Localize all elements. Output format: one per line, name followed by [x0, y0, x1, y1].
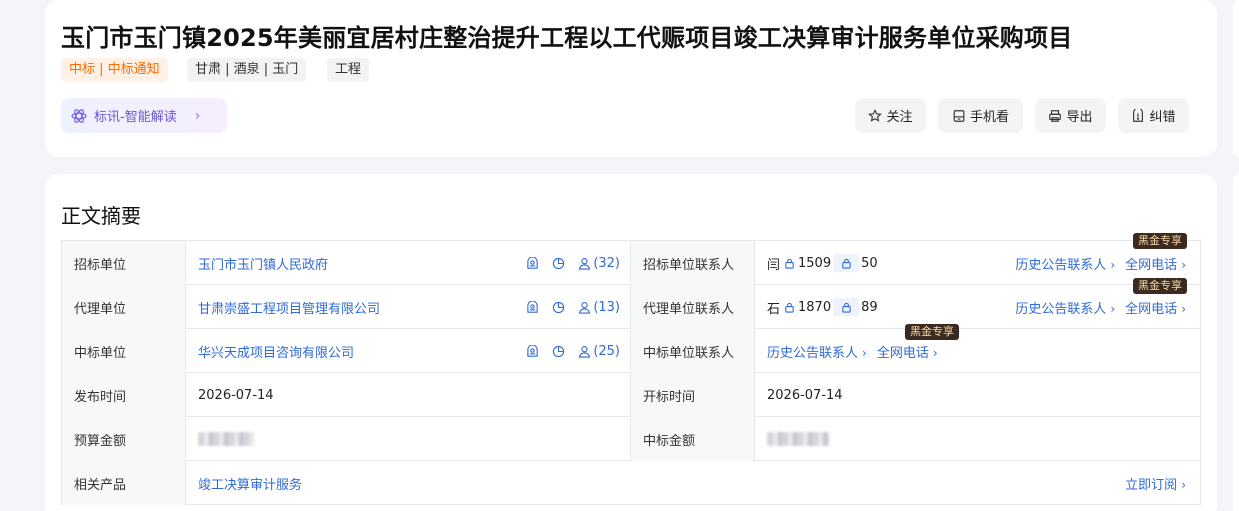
- table-row: 招标单位 玉门市玉门镇人民政府 (32) 招标单位联系人 闫 1509 50 历…: [62, 241, 1200, 285]
- export-button[interactable]: 导出: [1035, 98, 1106, 133]
- phone-part: 50: [861, 255, 878, 271]
- ai-interpret-label: 标讯-智能解读: [94, 110, 177, 125]
- history-contacts-link[interactable]: 历史公告联系人 ›: [767, 342, 867, 361]
- section-title: 正文摘要: [61, 204, 141, 228]
- related-product-label: 相关产品: [62, 461, 186, 505]
- report-icon: [1133, 108, 1144, 122]
- contact-surname: 闫: [767, 257, 781, 273]
- tenderer-cell: 玉门市玉门镇人民政府 (32): [186, 241, 631, 285]
- related-product-link[interactable]: 竣工决算审计服务: [198, 474, 302, 493]
- table-row: 代理单位 甘肃崇盛工程项目管理有限公司 (13) 代理单位联系人 石 1870 …: [62, 285, 1200, 329]
- side-panel-edge: [1233, 174, 1239, 511]
- open-time-label: 开标时间: [631, 373, 755, 417]
- history-contacts-link[interactable]: 历史公告联系人 ›: [1015, 298, 1115, 317]
- summary-card: 正文摘要 招标单位 玉门市玉门镇人民政府 (32) 招标单位联系人 闫 1509: [45, 174, 1217, 511]
- contact-surname: 石: [767, 301, 781, 317]
- chevron-right-icon: ›: [1181, 477, 1186, 492]
- budget-value: [186, 417, 631, 461]
- map-pin-icon[interactable]: [526, 256, 539, 270]
- chevron-right-icon: ›: [862, 345, 867, 360]
- table-row: 相关产品 竣工决算审计服务 立即订阅 ›: [62, 461, 1200, 505]
- lock-icon[interactable]: [833, 298, 860, 316]
- winner-cell: 华兴天成项目咨询有限公司 (25): [186, 329, 631, 373]
- tenderer-contact-label: 招标单位联系人: [631, 241, 755, 285]
- lock-icon: [781, 254, 797, 272]
- map-pin-icon[interactable]: [526, 300, 539, 314]
- pie-chart-icon[interactable]: [552, 257, 565, 270]
- budget-label: 预算金额: [62, 417, 186, 461]
- star-icon: [868, 108, 883, 122]
- winner-link[interactable]: 华兴天成项目咨询有限公司: [198, 342, 354, 361]
- type-tag: 工程: [327, 58, 370, 82]
- chevron-right-icon: ›: [1181, 301, 1186, 316]
- report-error-button[interactable]: 纠错: [1118, 98, 1189, 133]
- chevron-right-icon: ›: [194, 107, 201, 124]
- map-pin-icon[interactable]: [526, 344, 539, 358]
- lock-icon[interactable]: [833, 254, 860, 272]
- agent-contact-count: (13): [593, 299, 620, 315]
- chevron-right-icon: ›: [1181, 257, 1186, 272]
- user-icon: [579, 345, 591, 358]
- all-phone-link[interactable]: 全网电话 ›: [1125, 254, 1186, 273]
- ai-interpret-button[interactable]: 标讯-智能解读 ›: [61, 98, 227, 133]
- related-product-cell: 竣工决算审计服务 立即订阅 ›: [186, 461, 1200, 505]
- history-contacts-link[interactable]: 历史公告联系人 ›: [1015, 254, 1115, 273]
- blurred-amount: [767, 432, 829, 446]
- summary-table: 招标单位 玉门市玉门镇人民政府 (32) 招标单位联系人 闫 1509 50 历…: [61, 240, 1201, 505]
- winner-contact-label: 中标单位联系人: [631, 329, 755, 373]
- all-phone-link[interactable]: 全网电话 ›: [1125, 298, 1186, 317]
- winner-contact-count: (25): [593, 343, 620, 359]
- table-row: 中标单位 华兴天成项目咨询有限公司 (25) 中标单位联系人 历史公告联系人 › …: [62, 329, 1200, 373]
- table-row: 发布时间 2026-07-14 开标时间 2026-07-14: [62, 373, 1200, 417]
- status-tag: 中标 | 中标通知: [61, 58, 168, 82]
- notice-header-card: 玉门市玉门镇2025年美丽宜居村庄整治提升工程以工代赈项目竣工决算审计服务单位采…: [45, 0, 1217, 157]
- notice-title: 玉门市玉门镇2025年美丽宜居村庄整治提升工程以工代赈项目竣工决算审计服务单位采…: [61, 24, 1073, 52]
- mobile-icon: [953, 109, 965, 122]
- vip-badge: 黑金专享: [1133, 278, 1187, 294]
- win-amount-value: [755, 417, 1200, 461]
- win-amount-label: 中标金额: [631, 417, 755, 461]
- phone-part: 1509: [798, 255, 832, 271]
- phone-part: 89: [861, 299, 878, 315]
- lock-icon: [781, 298, 797, 316]
- open-time-value: 2026-07-14: [767, 387, 843, 403]
- tenderer-label: 招标单位: [62, 241, 186, 285]
- table-row: 预算金额 中标金额: [62, 417, 1200, 461]
- all-phone-link[interactable]: 全网电话 ›: [877, 342, 938, 361]
- tenderer-contact-count: (32): [593, 255, 620, 271]
- vip-badge: 黑金专享: [1133, 233, 1187, 249]
- atom-icon: [71, 108, 87, 123]
- publish-time-value: 2026-07-14: [186, 373, 631, 417]
- printer-icon: [1049, 109, 1062, 122]
- side-panel-edge: [1233, 0, 1239, 157]
- winner-label: 中标单位: [62, 329, 186, 373]
- chevron-right-icon: ›: [1110, 257, 1116, 272]
- pie-chart-icon[interactable]: [552, 301, 565, 314]
- agent-label: 代理单位: [62, 285, 186, 329]
- tenderer-link[interactable]: 玉门市玉门镇人民政府: [198, 254, 328, 273]
- follow-button[interactable]: 关注: [855, 98, 926, 133]
- user-icon: [579, 301, 591, 314]
- vip-badge: 黑金专享: [905, 324, 959, 340]
- region-tag: 甘肃 | 酒泉 | 玉门: [187, 58, 307, 82]
- agent-cell: 甘肃崇盛工程项目管理有限公司 (13): [186, 285, 631, 329]
- chevron-right-icon: ›: [932, 345, 938, 360]
- blurred-amount: [198, 432, 254, 446]
- user-icon: [579, 257, 591, 270]
- agent-contact-label: 代理单位联系人: [631, 285, 755, 329]
- phone-part: 1870: [798, 299, 832, 315]
- chevron-right-icon: ›: [1110, 301, 1116, 316]
- agent-link[interactable]: 甘肃崇盛工程项目管理有限公司: [198, 298, 380, 317]
- pie-chart-icon[interactable]: [552, 345, 565, 358]
- winner-contact-cell: 历史公告联系人 › 全网电话 ›: [755, 329, 1200, 373]
- mobile-view-button[interactable]: 手机看: [938, 98, 1023, 133]
- subscribe-link[interactable]: 立即订阅 ›: [1125, 474, 1186, 493]
- publish-time-label: 发布时间: [62, 373, 186, 417]
